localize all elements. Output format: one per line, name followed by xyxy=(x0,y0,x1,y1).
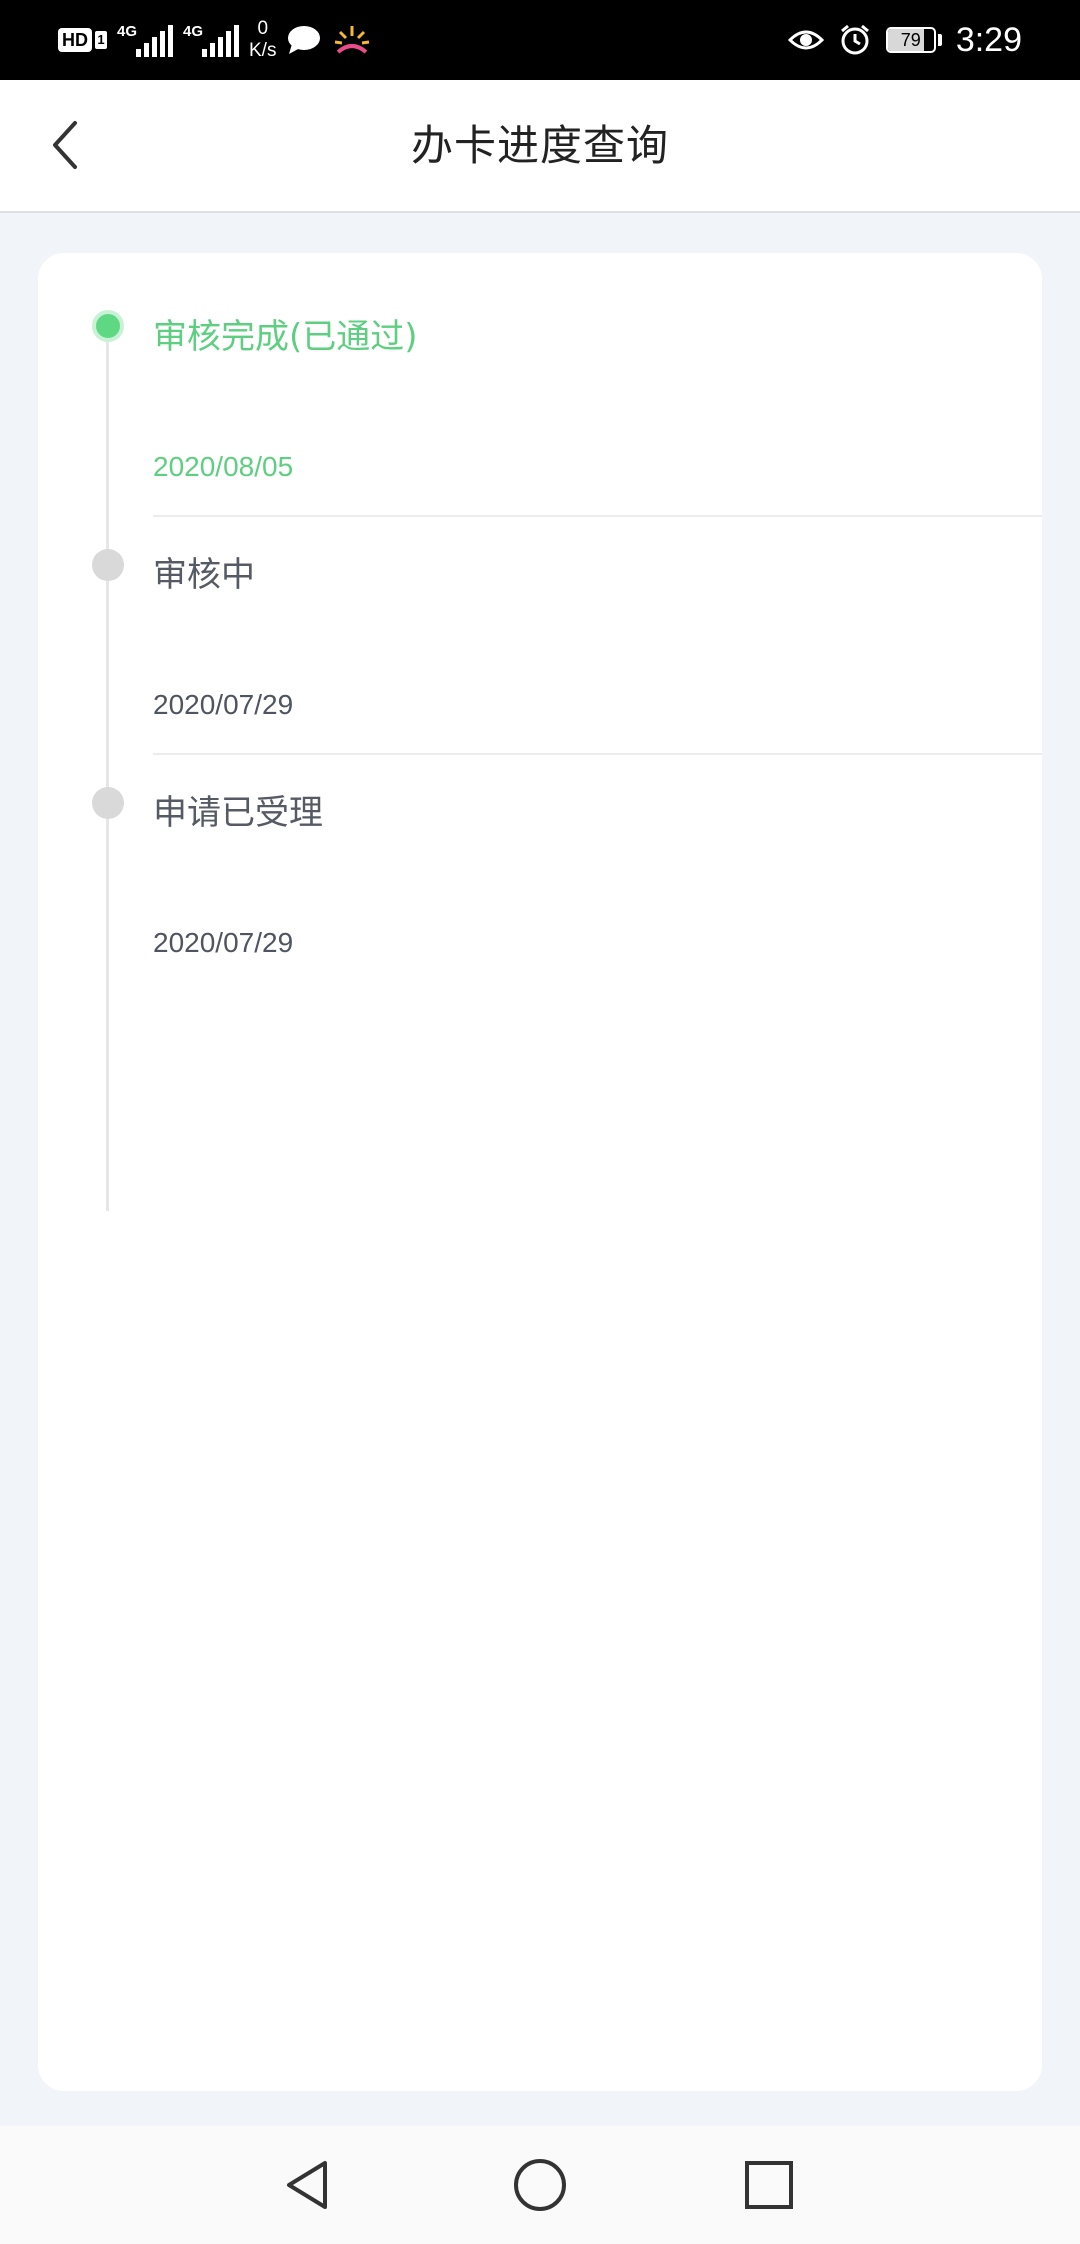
step-status: 审核中 xyxy=(153,555,255,595)
hd-label: HD xyxy=(58,28,92,52)
net-speed-unit: K/s xyxy=(249,40,277,61)
signal-strength-icon: 4G xyxy=(117,21,173,59)
status-left-group: HD 1 4G 4G 0 K/s xyxy=(58,14,372,66)
system-nav-bar xyxy=(0,2126,1080,2244)
network-type-label: 4G xyxy=(117,23,138,40)
status-right-group: 79 3:29 xyxy=(787,14,1022,66)
timeline-step-reviewing: 审核中 2020/07/29 xyxy=(38,491,1042,755)
status-dot-active xyxy=(92,310,124,342)
status-dot xyxy=(92,787,124,819)
status-bar: HD 1 4G 4G 0 K/s 79 3:29 xyxy=(0,0,1080,80)
step-date: 2020/07/29 xyxy=(153,927,294,958)
timeline-step-accepted: 申请已受理 2020/07/29 xyxy=(38,729,1042,967)
step-status: 审核完成(已通过) xyxy=(153,317,418,357)
status-dot xyxy=(92,549,124,581)
app-header: 办卡进度查询 xyxy=(0,80,1080,213)
app-notification-icon xyxy=(335,26,370,54)
battery-icon: 79 xyxy=(885,27,942,53)
battery-level: 79 xyxy=(900,30,921,50)
eye-icon xyxy=(787,30,824,50)
status-clock: 3:29 xyxy=(955,20,1022,59)
nav-back-button[interactable] xyxy=(274,2150,344,2220)
sim-number: 1 xyxy=(95,31,107,49)
nav-home-button[interactable] xyxy=(505,2150,575,2220)
step-date: 2020/08/05 xyxy=(153,451,294,482)
hd-volte-icon: HD 1 xyxy=(58,28,107,52)
progress-card: 审核完成(已通过) 2020/08/05 审核中 2020/07/29 申请已受… xyxy=(38,253,1042,2091)
signal-strength-icon: 4G xyxy=(183,21,239,59)
chat-bubble-icon xyxy=(288,26,321,54)
page-title: 办卡进度查询 xyxy=(410,121,669,170)
network-speed: 0 K/s xyxy=(249,18,276,62)
network-type-label: 4G xyxy=(183,23,204,40)
alarm-icon xyxy=(840,24,869,55)
step-date: 2020/07/29 xyxy=(153,689,294,720)
step-status: 申请已受理 xyxy=(153,793,323,833)
square-recents-icon xyxy=(745,2161,793,2209)
net-speed-value: 0 xyxy=(257,18,269,39)
nav-recents-button[interactable] xyxy=(734,2150,804,2220)
timeline-step-approved: 审核完成(已通过) 2020/08/05 xyxy=(38,253,1042,517)
triangle-back-icon xyxy=(287,2161,327,2209)
circle-home-icon xyxy=(514,2159,566,2211)
